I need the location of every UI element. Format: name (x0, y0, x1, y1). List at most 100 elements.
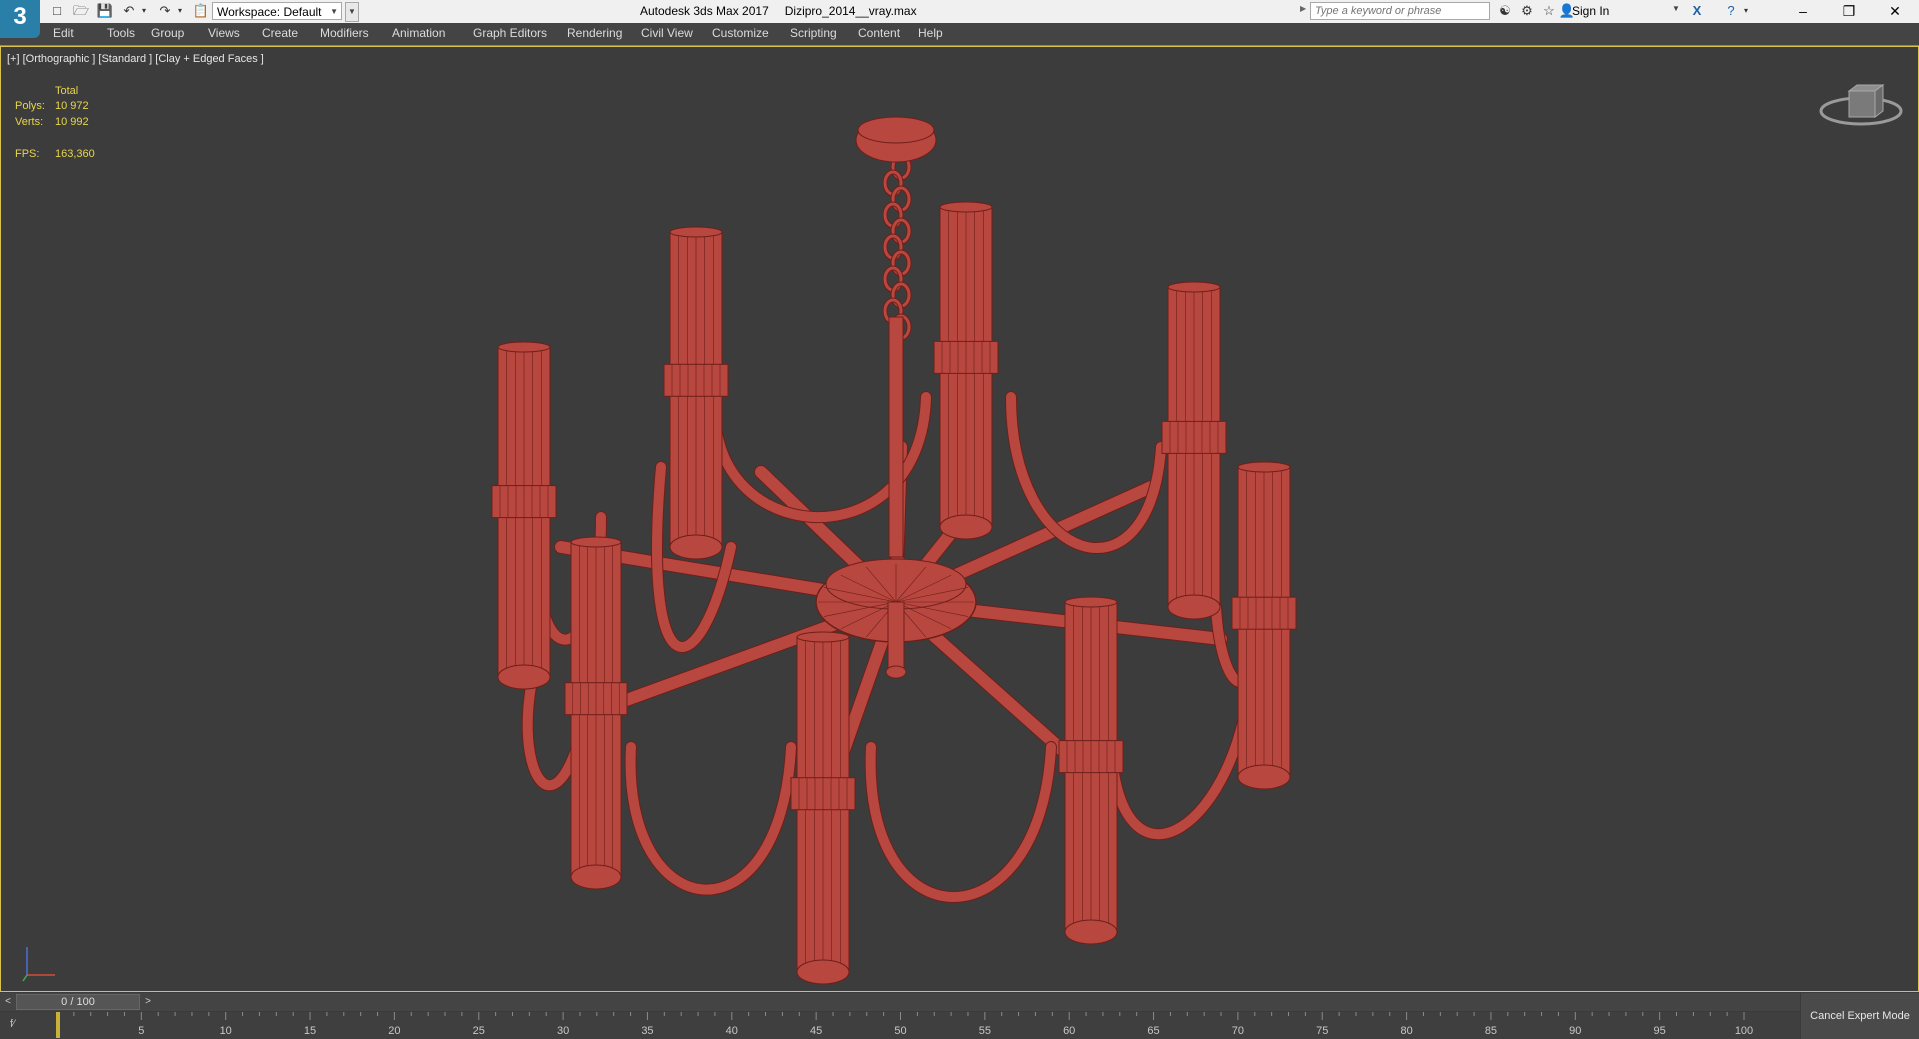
menu-help[interactable]: Help (918, 26, 943, 40)
candle-top (1064, 596, 1118, 608)
menu-bar: Edit Tools Group Views Create Modifiers Animat… (0, 23, 1919, 46)
favorites-star-icon[interactable]: ☆ (1540, 3, 1558, 19)
redo-dropdown-icon[interactable]: ▾ (176, 3, 184, 19)
candle-top (1237, 461, 1291, 473)
frame-tick-label: 25 (473, 1025, 485, 1037)
candle-bottom (796, 959, 850, 985)
menu-rendering[interactable]: Rendering (567, 26, 622, 40)
hub-finial-tip (885, 665, 907, 679)
redo-icon[interactable]: ↷ (156, 3, 174, 19)
window-title: Autodesk 3ds Max 2017 Dizipro_2014__vray.… (640, 4, 1280, 18)
candle-bottom (1064, 919, 1118, 945)
candle-top (939, 201, 993, 213)
close-button[interactable]: ✕ (1872, 0, 1918, 23)
chevron-down-icon[interactable]: ▼ (1672, 4, 1680, 13)
app-title: Autodesk 3ds Max 2017 (640, 4, 769, 18)
quick-access-menu-button[interactable]: ▼ (345, 2, 359, 22)
axis-tripod-icon (22, 947, 55, 982)
time-slider[interactable]: 0 / 100 (16, 994, 140, 1010)
previous-frame-button[interactable]: < (2, 994, 14, 1010)
menu-graph-editors[interactable]: Graph Editors (473, 26, 547, 40)
frame-ruler[interactable]: 0510152025303540455055606570758085909510… (56, 1012, 1756, 1039)
arm-curve (1106, 662, 1256, 840)
exchange-apps-icon[interactable]: X (1688, 3, 1706, 19)
candle-back-left[interactable] (663, 226, 729, 560)
menu-animation[interactable]: Animation (392, 26, 445, 40)
candle-top (570, 536, 622, 548)
candle-front-center[interactable] (790, 631, 856, 985)
comm-center-icon[interactable]: ⚙ (1518, 3, 1536, 19)
frame-tick-label: 50 (894, 1025, 906, 1037)
curve-editor-icon[interactable]: f∕ (10, 1018, 15, 1030)
new-file-icon[interactable]: □ (48, 3, 66, 19)
open-file-icon[interactable]: 🗁 (72, 3, 90, 19)
undo-dropdown-icon[interactable]: ▾ (140, 3, 148, 19)
frame-tick-label: 100 (1735, 1025, 1753, 1037)
frame-tick-label: 15 (304, 1025, 316, 1037)
menu-group[interactable]: Group (151, 26, 184, 40)
chevron-down-icon: ▼ (330, 7, 338, 16)
menu-views[interactable]: Views (208, 26, 240, 40)
menu-create[interactable]: Create (262, 26, 298, 40)
candle-right[interactable] (1231, 461, 1297, 790)
menu-scripting[interactable]: Scripting (790, 26, 837, 40)
restore-button[interactable]: ❐ (1826, 0, 1872, 23)
cancel-expert-mode-button[interactable]: Cancel Expert Mode (1801, 993, 1919, 1039)
sign-in-button[interactable]: Sign In (1572, 4, 1609, 18)
frame-tick-label: 95 (1654, 1025, 1666, 1037)
hub-finial (887, 601, 905, 673)
workspace-select[interactable]: Workspace: Default ▼ (212, 2, 342, 20)
menu-modifiers[interactable]: Modifiers (320, 26, 369, 40)
candle-top (497, 341, 551, 353)
help-icon[interactable]: ? (1722, 3, 1740, 19)
frame-tick-label: 55 (979, 1025, 991, 1037)
viewcube-icon[interactable] (1819, 81, 1909, 141)
help-dropdown-icon[interactable]: ▾ (1742, 3, 1750, 19)
frame-tick-label: 30 (557, 1025, 569, 1037)
candle-bottom (1167, 594, 1221, 620)
viewport-orthographic[interactable]: [+] [Orthographic ] [Standard ] [Clay + … (0, 46, 1919, 992)
candle-back-right[interactable] (1161, 281, 1227, 620)
menu-customize[interactable]: Customize (712, 26, 769, 40)
minimize-button[interactable]: – (1780, 0, 1826, 23)
next-frame-button[interactable]: > (142, 994, 154, 1010)
current-frame-marker[interactable] (56, 1012, 60, 1038)
frame-tick-label: 85 (1485, 1025, 1497, 1037)
frame-tick-label: 80 (1400, 1025, 1412, 1037)
menu-content[interactable]: Content (858, 26, 900, 40)
frame-tick-label: 60 (1063, 1025, 1075, 1037)
candle-front-right[interactable] (1058, 596, 1124, 945)
candle-back-center[interactable] (933, 201, 999, 540)
save-icon[interactable]: 💾 (96, 3, 114, 19)
frame-tick-label: 35 (641, 1025, 653, 1037)
candle-bottom (570, 864, 622, 890)
menu-civil-view[interactable]: Civil View (641, 26, 693, 40)
arm-curve (625, 742, 796, 895)
ceiling-canopy-top (857, 116, 935, 144)
time-slider-bar: < 0 / 100 > (0, 993, 1800, 1011)
candle-left[interactable] (491, 341, 557, 690)
project-icon[interactable]: 📋 (192, 3, 210, 19)
menu-edit[interactable]: Edit (53, 26, 74, 40)
candle-bottom (1237, 764, 1291, 790)
candle-front-left[interactable] (564, 536, 628, 890)
frame-tick-label: 90 (1569, 1025, 1581, 1037)
binoculars-icon[interactable]: ☯ (1496, 3, 1514, 19)
candle-bottom (939, 514, 993, 540)
search-expand-icon[interactable]: ▶ (1300, 4, 1308, 18)
candle-bottom (669, 534, 723, 560)
frame-tick-label: 20 (388, 1025, 400, 1037)
candle-top (1167, 281, 1221, 293)
frame-tick-label: 70 (1232, 1025, 1244, 1037)
chandelier-model[interactable] (1, 47, 1918, 991)
frame-tick-label: 45 (810, 1025, 822, 1037)
app-logo[interactable]: 3 (0, 0, 40, 38)
frame-tick-label: 75 (1316, 1025, 1328, 1037)
frame-tick-label: 5 (138, 1025, 144, 1037)
undo-icon[interactable]: ↶ (120, 3, 138, 19)
menu-tools[interactable]: Tools (107, 26, 135, 40)
search-input[interactable] (1310, 2, 1490, 20)
workspace-label: Workspace: Default (217, 5, 322, 19)
track-bar[interactable]: f∕ 0510152025303540455055606570758085909… (0, 1012, 1800, 1039)
arm-curve (1006, 392, 1166, 553)
